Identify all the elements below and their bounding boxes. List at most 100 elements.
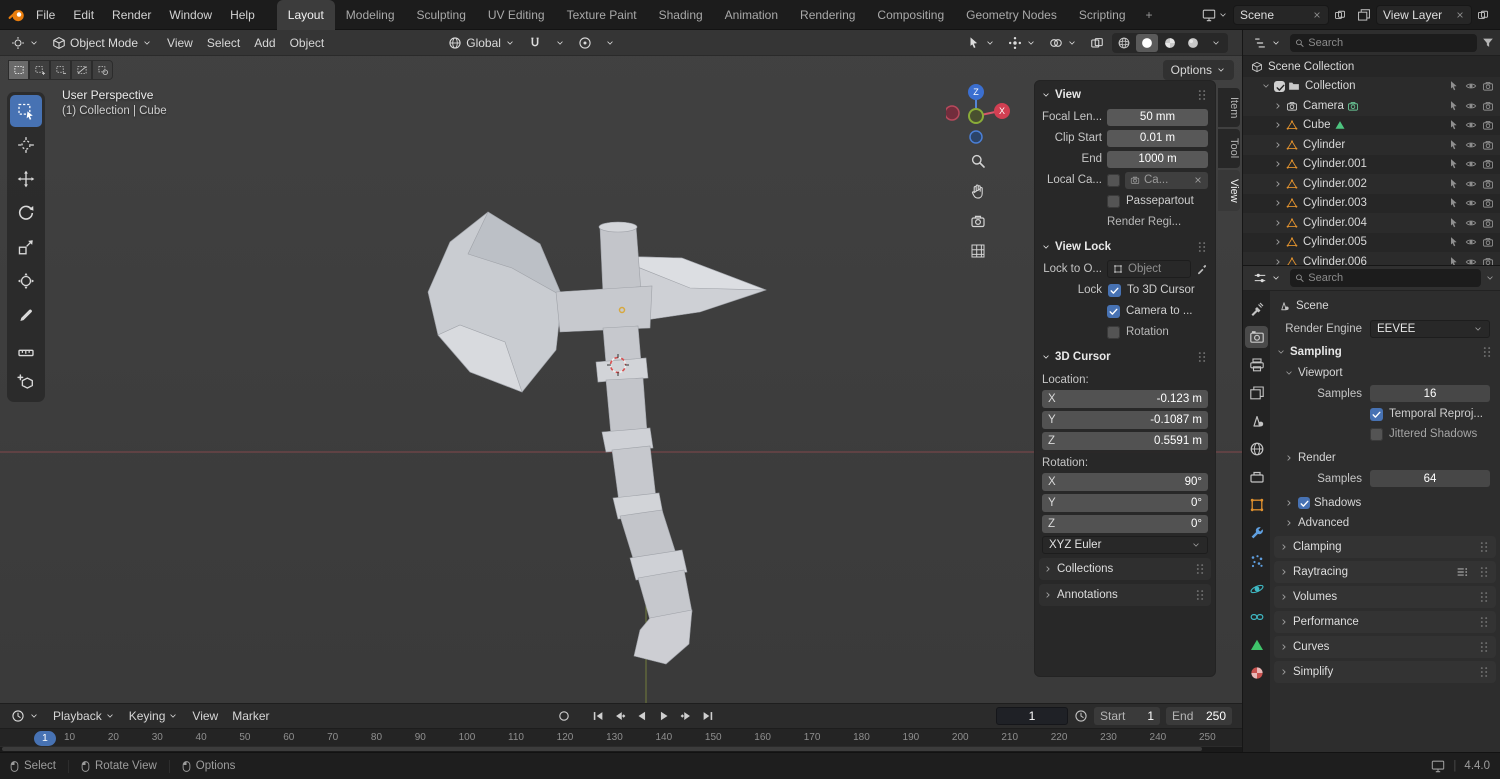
workspace-tab[interactable]: Geometry Nodes <box>955 0 1068 30</box>
tab-material[interactable] <box>1245 662 1268 684</box>
cursor-rotation-field[interactable]: X90° <box>1042 473 1208 491</box>
workspace-tab[interactable]: Layout <box>277 0 335 30</box>
lock-rotation-checkbox[interactable] <box>1107 326 1120 339</box>
new-scene-button[interactable] <box>1331 7 1349 23</box>
view-lock-panel-header[interactable]: View Lock <box>1035 236 1215 258</box>
unlink-view-layer-icon[interactable] <box>1455 10 1465 20</box>
jump-to-end-button[interactable] <box>698 707 718 725</box>
expand-icon[interactable] <box>1273 257 1283 266</box>
tool-select-box[interactable] <box>10 95 42 127</box>
jittered-shadows-checkbox[interactable] <box>1370 428 1383 441</box>
show-gizmo-dropdown[interactable] <box>1003 33 1041 53</box>
local-camera-field[interactable]: Ca... <box>1125 172 1208 189</box>
expand-icon[interactable] <box>1273 159 1283 169</box>
panel-grip-icon[interactable] <box>1195 88 1209 102</box>
outliner-object-row[interactable]: Cylinder.004 <box>1243 213 1500 233</box>
workspace-tab[interactable]: Animation <box>714 0 789 30</box>
panel-grip-icon[interactable] <box>1195 240 1209 254</box>
shading-solid-button[interactable] <box>1136 34 1158 52</box>
tab-render[interactable] <box>1245 326 1268 348</box>
blender-logo-icon[interactable] <box>8 6 26 24</box>
tab-data[interactable] <box>1245 634 1268 656</box>
clip-start-field[interactable]: 0.01 m <box>1107 130 1208 147</box>
viewport-menu-item[interactable]: View <box>160 32 200 54</box>
frame-end-field[interactable]: End 250 <box>1166 707 1232 725</box>
hide-viewport-icon[interactable] <box>1465 178 1477 190</box>
sampling-render-header[interactable]: Render <box>1270 448 1500 468</box>
render-engine-dropdown[interactable]: EEVEE <box>1370 320 1490 338</box>
workspace-tab[interactable]: Texture Paint <box>556 0 648 30</box>
selectable-icon[interactable] <box>1448 139 1460 151</box>
object-visibility-dropdown[interactable] <box>962 33 1000 53</box>
menu-item[interactable]: Help <box>221 4 264 26</box>
shadows-checkbox[interactable] <box>1298 497 1310 509</box>
hide-render-icon[interactable] <box>1482 236 1494 248</box>
outliner-object-row[interactable]: Cylinder.002 <box>1243 174 1500 194</box>
scene-collection-row[interactable]: Scene Collection <box>1243 57 1500 77</box>
hide-render-icon[interactable] <box>1482 139 1494 151</box>
collapsed-section-header[interactable]: Curves <box>1274 636 1496 658</box>
cursor-panel-header[interactable]: 3D Cursor <box>1035 346 1215 368</box>
collection-row[interactable]: Collection <box>1243 77 1500 97</box>
selectable-icon[interactable] <box>1448 80 1460 92</box>
hide-viewport-icon[interactable] <box>1465 197 1477 209</box>
sampling-viewport-header[interactable]: Viewport <box>1270 363 1500 383</box>
cursor-rotation-field[interactable]: Y0° <box>1042 494 1208 512</box>
workspace-tab[interactable]: Compositing <box>866 0 955 30</box>
new-view-layer-button[interactable] <box>1474 7 1492 23</box>
select-mode-subtract[interactable] <box>50 60 71 80</box>
network-icon[interactable] <box>1431 759 1445 773</box>
tool-measure[interactable] <box>10 333 42 365</box>
auto-keying-button[interactable] <box>554 707 574 725</box>
current-frame-indicator[interactable]: 1 <box>34 731 56 746</box>
collapsed-panel-header[interactable]: Annotations <box>1039 584 1211 606</box>
orientation-gizmo[interactable]: Z X <box>946 80 1010 144</box>
tool-add-cube[interactable] <box>10 367 42 399</box>
hide-viewport-icon[interactable] <box>1465 119 1477 131</box>
cursor-location-field[interactable]: Z0.5591 m <box>1042 432 1208 450</box>
snap-settings-dropdown[interactable] <box>550 35 570 51</box>
collapsed-section-header[interactable]: Performance <box>1274 611 1496 633</box>
tab-constraints[interactable] <box>1245 606 1268 628</box>
menu-item[interactable]: Render <box>103 4 160 26</box>
play-button[interactable] <box>654 707 674 725</box>
shading-material-button[interactable] <box>1159 34 1181 52</box>
tab-modifiers[interactable] <box>1245 522 1268 544</box>
selectable-icon[interactable] <box>1448 100 1460 112</box>
scene-selector[interactable]: Scene <box>1233 5 1329 25</box>
collapsed-section-header[interactable]: Volumes <box>1274 586 1496 608</box>
timeline-editor-type-button[interactable] <box>6 706 44 726</box>
n-panel-tab[interactable]: View <box>1218 170 1240 212</box>
hide-viewport-icon[interactable] <box>1465 139 1477 151</box>
expand-icon[interactable] <box>1273 120 1283 130</box>
expand-icon[interactable] <box>1273 198 1283 208</box>
collapse-icon[interactable] <box>1261 81 1271 91</box>
rotation-order-dropdown[interactable]: XYZ Euler <box>1042 536 1208 554</box>
editor-type-button[interactable] <box>6 33 44 53</box>
add-workspace-button[interactable]: + <box>1138 8 1161 22</box>
outliner-object-row[interactable]: Cylinder.006 <box>1243 252 1500 266</box>
outliner-object-row[interactable]: Camera <box>1243 96 1500 116</box>
timeline-menu-item[interactable]: Keying <box>122 706 186 726</box>
mode-dropdown[interactable]: Object Mode <box>47 33 157 53</box>
tool-annotate[interactable] <box>10 299 42 331</box>
viewport-3d[interactable]: Object Mode ViewSelectAddObject Global <box>0 30 1242 703</box>
expand-icon[interactable] <box>1273 140 1283 150</box>
passepartout-checkbox[interactable] <box>1107 195 1120 208</box>
focal-length-field[interactable]: 50 mm <box>1107 109 1208 126</box>
viewport-menu-item[interactable]: Add <box>247 32 282 54</box>
select-mode-new[interactable] <box>8 60 29 80</box>
workspace-tab[interactable]: Rendering <box>789 0 866 30</box>
selectable-icon[interactable] <box>1448 256 1460 266</box>
outliner-object-row[interactable]: Cylinder.001 <box>1243 155 1500 175</box>
collection-checkbox[interactable] <box>1274 81 1285 92</box>
timeline-menu-item[interactable]: View <box>185 706 225 726</box>
current-frame-field[interactable]: 1 <box>996 707 1068 725</box>
workspace-tab[interactable]: Scripting <box>1068 0 1137 30</box>
tab-tool[interactable] <box>1245 298 1268 320</box>
tool-options-dropdown[interactable]: Options <box>1163 60 1234 80</box>
transform-orientation-dropdown[interactable]: Global <box>443 33 520 53</box>
outliner-search-input[interactable] <box>1308 37 1472 49</box>
selectable-icon[interactable] <box>1448 217 1460 229</box>
gizmo-neg-z-axis[interactable] <box>970 131 982 143</box>
